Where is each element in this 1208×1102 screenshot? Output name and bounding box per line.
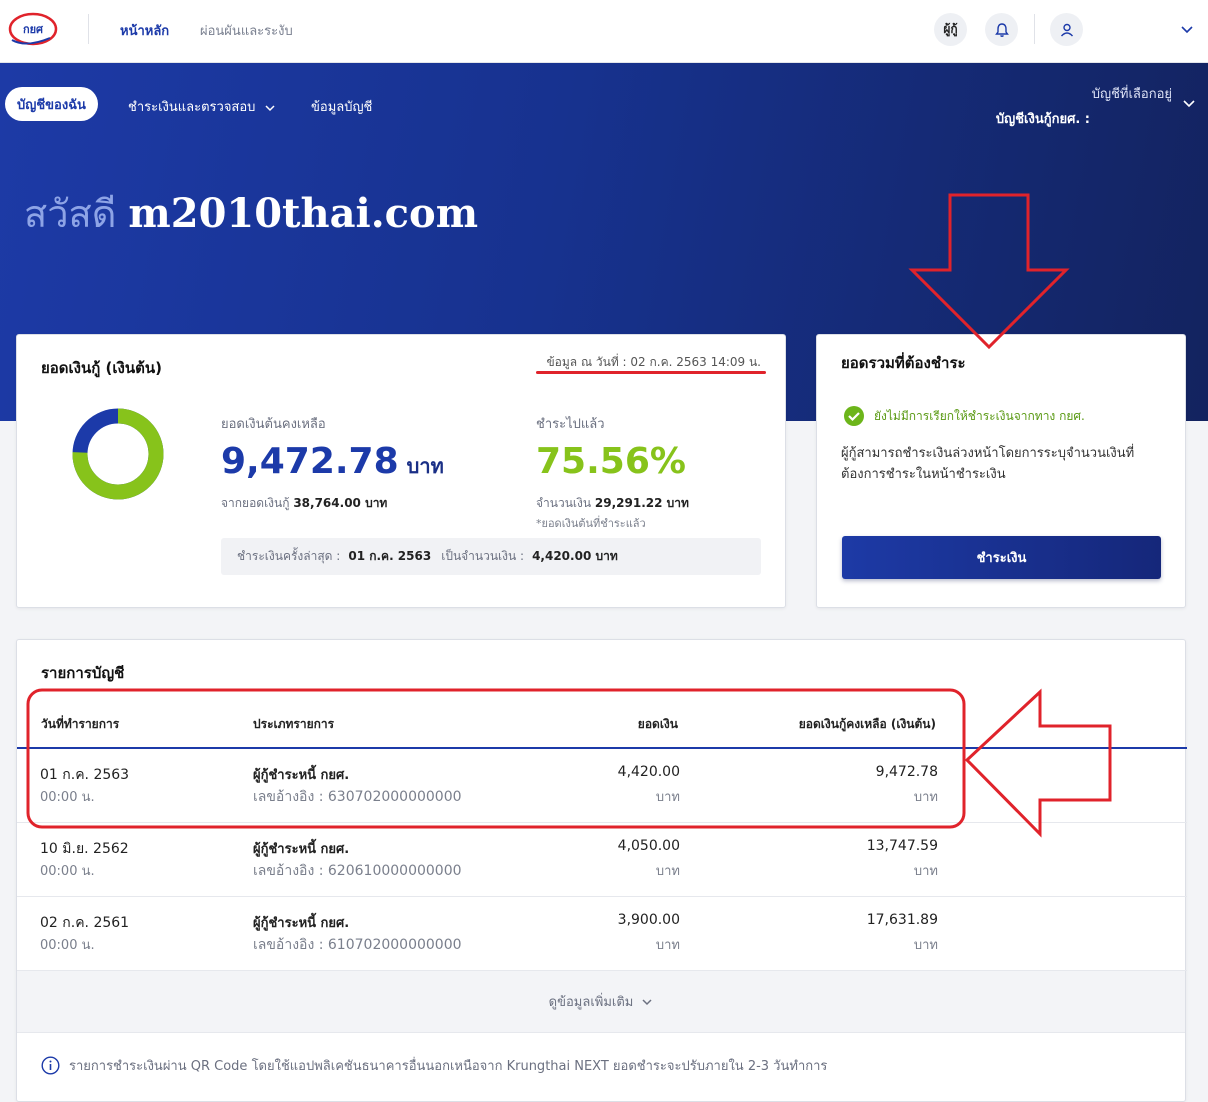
header-date: วันที่ทำรายการ xyxy=(41,717,120,731)
profile-button[interactable] xyxy=(1050,13,1083,46)
as-of-date: ข้อมูล ณ วันที่ : 02 ก.ค. 2563 14:09 น. xyxy=(546,355,761,369)
amount-due-card: ยอดรวมที่ต้องชำระ ยังไม่มีการเรียกให้ชำร… xyxy=(816,334,1186,608)
chevron-down-icon[interactable] xyxy=(1182,96,1196,110)
greeting-text: สวัสดี xyxy=(24,192,117,236)
row-amount-unit: บาท xyxy=(655,864,680,879)
chevron-down-icon xyxy=(265,104,275,111)
row-time: 00:00 น. xyxy=(40,938,95,953)
paid-note: *ยอดเงินต้นที่ชำระแล้ว xyxy=(536,517,646,530)
qr-note-text: รายการชำระเงินผ่าน QR Code โดยใช้แอปพลิเ… xyxy=(69,1059,828,1074)
row-balance-unit: บาท xyxy=(913,790,938,805)
qr-note: รายการชำระเงินผ่าน QR Code โดยใช้แอปพลิเ… xyxy=(41,1055,827,1076)
show-more-label: ดูข้อมูลเพิ่มเติม xyxy=(548,995,634,1010)
row-balance-unit: บาท xyxy=(913,938,938,953)
chevron-down-icon xyxy=(642,998,652,1005)
header-amount: ยอดเงิน xyxy=(637,717,678,731)
table-row[interactable]: 01 ก.ค. 2563 00:00 น. ผู้กู้ชำระหนี้ กยศ… xyxy=(17,749,1187,823)
last-payment-date: 01 ก.ค. 2563 xyxy=(348,549,432,563)
borrower-button[interactable]: ผู้กู้ xyxy=(934,13,967,46)
row-balance: 17,631.89 xyxy=(866,912,938,928)
row-time: 00:00 น. xyxy=(40,864,95,879)
row-amount: 3,900.00 xyxy=(617,912,680,928)
paid-amount-label: จำนวนเงิน xyxy=(536,496,592,510)
loan-card-title: ยอดเงินกู้ (เงินต้น) xyxy=(41,359,162,377)
table-row[interactable]: 10 มิ.ย. 2562 00:00 น. ผู้กู้ชำระหนี้ กย… xyxy=(17,823,1187,897)
logo-text: กยศ xyxy=(23,23,44,36)
paid-label: ชำระไปแล้ว xyxy=(536,417,605,432)
nav-home[interactable]: หน้าหลัก xyxy=(120,20,169,41)
transactions-card: รายการบัญชี วันที่ทำรายการ ประเภทรายการ … xyxy=(16,639,1187,1102)
pay-button[interactable]: ชำระเงิน xyxy=(842,536,1161,579)
last-payment-amount-label: เป็นจำนวนเงิน : xyxy=(441,549,525,563)
remaining-label: ยอดเงินต้นคงเหลือ xyxy=(221,417,326,432)
last-payment-label: ชำระเงินครั้งล่าสุด : xyxy=(237,549,341,563)
from-total-label: จากยอดเงินกู้ xyxy=(221,496,290,510)
from-total: จากยอดเงินกู้ 38,764.00 บาท xyxy=(221,494,387,513)
top-navbar: กยศ หน้าหลัก ผ่อนผันและระงับ ผู้กู้ xyxy=(0,0,1208,63)
row-amount-unit: บาท xyxy=(655,790,680,805)
tab-my-account[interactable]: บัญชีของฉัน xyxy=(5,87,98,121)
row-balance: 13,747.59 xyxy=(866,838,938,854)
paid-amount-value: 29,291.22 บาท xyxy=(594,496,689,510)
divider xyxy=(1034,14,1035,44)
row-type: ผู้กู้ชำระหนี้ กยศ. xyxy=(253,916,350,931)
row-date: 02 ก.ค. 2561 xyxy=(40,915,130,931)
last-payment-amount: 4,420.00 บาท xyxy=(532,549,618,563)
tab-pay-label: ชำระเงินและตรวจสอบ xyxy=(128,100,256,115)
borrower-label: ผู้กู้ xyxy=(943,22,958,36)
info-icon xyxy=(41,1056,60,1075)
header-balance: ยอดเงินกู้คงเหลือ (เงินต้น) xyxy=(798,717,936,731)
check-circle-icon xyxy=(844,406,864,426)
transactions-title: รายการบัญชี xyxy=(41,664,125,682)
notification-button[interactable] xyxy=(985,13,1018,46)
due-status-text: ยังไม่มีการเรียกให้ชำระเงินจากทาง กยศ. xyxy=(874,408,1085,423)
due-card-title: ยอดรวมที่ต้องชำระ xyxy=(841,354,966,372)
table-row[interactable]: 02 ก.ค. 2561 00:00 น. ผู้กู้ชำระหนี้ กยศ… xyxy=(17,897,1187,971)
divider xyxy=(88,14,89,44)
row-ref: เลขอ้างอิง : 610702000000000 xyxy=(253,937,462,953)
currency-unit: บาท xyxy=(406,454,444,478)
tab-account-info[interactable]: ข้อมูลบัญชี xyxy=(311,96,372,117)
paid-percent: 75.56% xyxy=(536,441,686,482)
annotation-underline xyxy=(536,371,766,374)
row-date: 10 มิ.ย. 2562 xyxy=(40,841,129,857)
selected-account-value[interactable]: บัญชีเงินกู้กยศ. : xyxy=(996,108,1090,129)
header-type: ประเภทรายการ xyxy=(253,717,335,731)
remaining-amount: 9,472.78 บาท xyxy=(221,441,444,482)
last-payment-box: ชำระเงินครั้งล่าสุด : 01 ก.ค. 2563 เป็นจ… xyxy=(221,538,761,575)
row-type: ผู้กู้ชำระหนี้ กยศ. xyxy=(253,842,350,857)
selected-account-label: บัญชีที่เลือกอยู่ xyxy=(1091,87,1172,102)
user-icon xyxy=(1060,23,1073,36)
row-amount: 4,050.00 xyxy=(617,838,680,854)
show-more-button[interactable]: ดูข้อมูลเพิ่มเติม xyxy=(17,971,1185,1033)
greeting: สวัสดี m2010thai.com xyxy=(24,183,478,244)
row-ref: เลขอ้างอิง : 630702000000000 xyxy=(253,789,462,805)
sla-logo[interactable]: กยศ xyxy=(6,10,58,48)
paid-amount: จำนวนเงิน 29,291.22 บาท xyxy=(536,494,689,513)
chevron-down-icon[interactable] xyxy=(1180,22,1194,36)
row-date: 01 ก.ค. 2563 xyxy=(40,767,130,783)
row-amount-unit: บาท xyxy=(655,938,680,953)
row-time: 00:00 น. xyxy=(40,790,95,805)
remaining-value: 9,472.78 xyxy=(221,441,399,482)
row-balance-unit: บาท xyxy=(913,864,938,879)
row-ref: เลขอ้างอิง : 620610000000000 xyxy=(253,863,462,879)
bell-icon xyxy=(994,22,1009,37)
row-type: ผู้กู้ชำระหนี้ กยศ. xyxy=(253,768,350,783)
total-amount: 38,764.00 บาท xyxy=(293,496,388,510)
due-description: ผู้กู้สามารถชำระเงินล่วงหน้าโดยการระบุจำ… xyxy=(841,446,1135,482)
row-balance: 9,472.78 xyxy=(875,764,938,780)
loan-principal-card: ยอดเงินกู้ (เงินต้น) ข้อมูล ณ วันที่ : 0… xyxy=(16,334,786,608)
row-amount: 4,420.00 xyxy=(617,764,680,780)
user-name: m2010thai.com xyxy=(128,190,479,237)
tab-pay-and-check[interactable]: ชำระเงินและตรวจสอบ xyxy=(128,96,276,117)
nav-relief[interactable]: ผ่อนผันและระงับ xyxy=(200,20,293,41)
due-status: ยังไม่มีการเรียกให้ชำระเงินจากทาง กยศ. xyxy=(843,405,1085,427)
paid-donut-chart xyxy=(72,408,164,500)
